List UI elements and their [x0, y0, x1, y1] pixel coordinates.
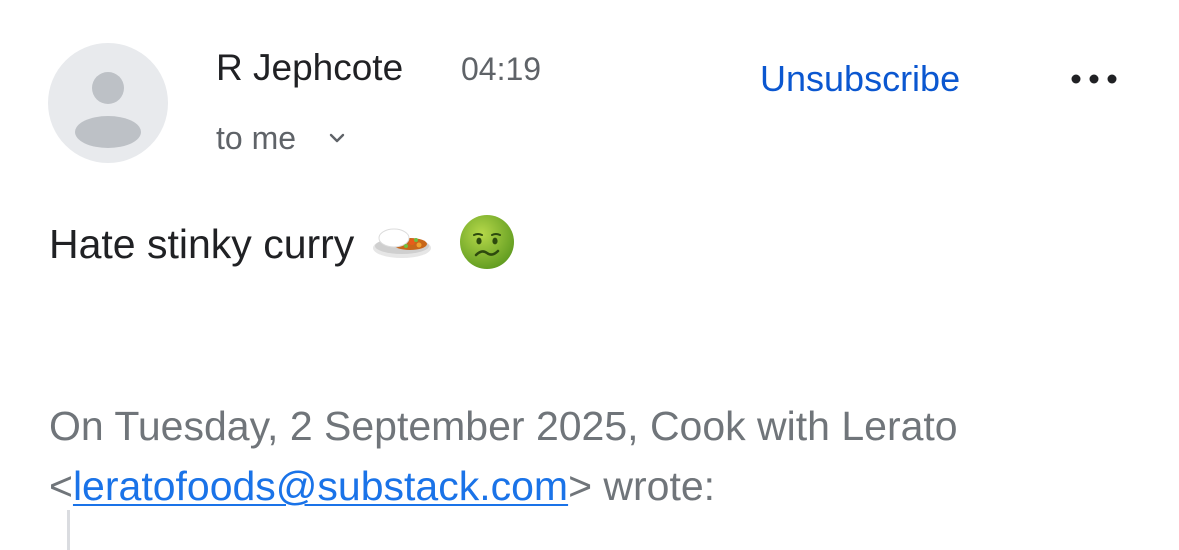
person-icon [75, 72, 141, 148]
quoted-header: On Tuesday, 2 September 2025, Cook with … [49, 396, 1049, 516]
message-body: Hate stinky curry [49, 214, 516, 271]
chevron-down-icon[interactable] [326, 127, 348, 149]
more-horizontal-icon [1071, 74, 1117, 84]
unsubscribe-button[interactable]: Unsubscribe [760, 57, 960, 101]
quote-bar [67, 510, 70, 550]
recipients-label: to me [216, 120, 297, 156]
sender-avatar[interactable] [48, 43, 168, 163]
recipients-toggle[interactable]: to me [216, 118, 348, 158]
more-options-button[interactable] [1064, 62, 1124, 96]
sender-email-link[interactable]: leratofoods@substack.com [73, 463, 568, 509]
sender-name[interactable]: R Jephcote [216, 46, 403, 90]
nauseated-face-emoji [458, 213, 516, 276]
curry-rice-emoji [372, 220, 432, 269]
quote-outro: > wrote: [568, 463, 716, 509]
message-text: Hate stinky curry [49, 221, 355, 267]
message-time: 04:19 [461, 51, 542, 87]
